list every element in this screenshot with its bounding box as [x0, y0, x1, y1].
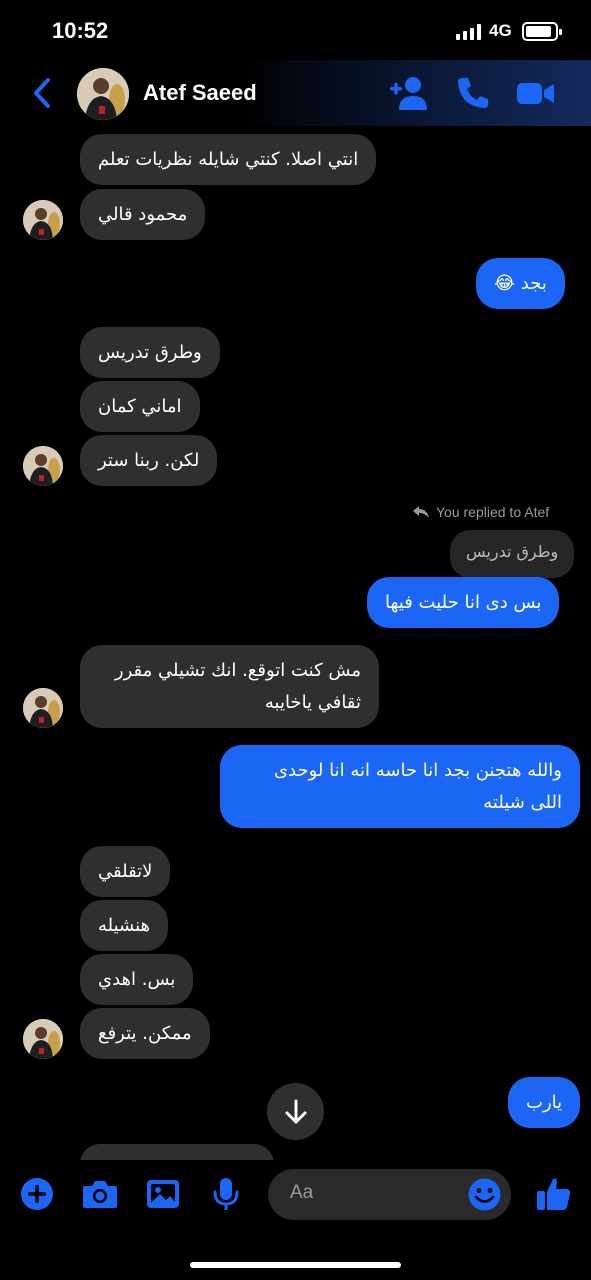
message-incoming[interactable]: مش كنت اتوقع. انك تشيلي مقرر ثقافي ياخاي…	[80, 645, 379, 728]
reply-arrow-icon	[413, 506, 429, 518]
phone-icon[interactable]	[454, 74, 496, 112]
message-input[interactable]: Aa	[268, 1169, 511, 1220]
message-outgoing[interactable]: والله هتجنن بجد انا حاسه انه انا لوحدى ا…	[220, 745, 580, 828]
video-camera-icon[interactable]	[515, 74, 557, 112]
composer-bar: Aa	[0, 1160, 591, 1280]
battery-icon	[522, 22, 562, 41]
gallery-icon[interactable]	[145, 1176, 181, 1212]
battery-level	[526, 26, 551, 37]
conversation-header: Atef Saeed	[0, 60, 591, 126]
reply-note-text: You replied to Atef	[436, 504, 550, 520]
sender-avatar	[23, 688, 63, 728]
message-incoming[interactable]: بس. اهدي	[80, 954, 194, 1005]
plus-icon[interactable]	[19, 1176, 55, 1212]
signal-icon	[456, 24, 481, 40]
status-time: 10:52	[52, 18, 109, 43]
sender-avatar	[23, 200, 63, 240]
status-bar: 10:52 4G	[0, 0, 591, 60]
message-incoming[interactable]: وطرق تدريس	[80, 327, 220, 378]
message-outgoing[interactable]: يارب	[508, 1077, 581, 1128]
scroll-to-bottom-button[interactable]	[267, 1083, 324, 1140]
message-incoming[interactable]: انتي اصلا. كنتي شايله نظريات تعلم	[80, 134, 377, 185]
message-incoming[interactable]: لاتقلقي	[80, 846, 171, 897]
message-list[interactable]: انتي اصلا. كنتي شايله نظريات تعلم محمود …	[0, 126, 591, 1160]
arrow-down-icon	[285, 1099, 306, 1123]
microphone-icon[interactable]	[208, 1176, 244, 1212]
add-person-icon[interactable]	[388, 74, 430, 112]
back-chevron-icon[interactable]	[28, 76, 58, 110]
message-incoming-partial[interactable]	[80, 1144, 274, 1160]
replied-message-quote[interactable]: وطرق تدريس	[450, 530, 575, 578]
message-incoming[interactable]: محمود قالي	[80, 189, 206, 240]
message-outgoing[interactable]: بجد 😂	[476, 258, 565, 309]
emoji-icon[interactable]	[467, 1177, 502, 1212]
sender-avatar	[23, 446, 63, 486]
message-outgoing[interactable]: بس دى انا حليت فيها	[367, 577, 560, 628]
reply-indicator: You replied to Atef	[412, 504, 549, 520]
message-incoming[interactable]: هنشيله	[80, 900, 169, 951]
contact-avatar[interactable]	[77, 68, 129, 120]
sender-avatar	[23, 1019, 63, 1059]
message-incoming[interactable]: لكن. ربنا ستر	[80, 435, 218, 486]
home-indicator	[190, 1262, 401, 1268]
message-incoming[interactable]: ممكن. يترفع	[80, 1008, 210, 1059]
camera-icon[interactable]	[81, 1176, 117, 1212]
thumbs-up-icon[interactable]	[534, 1174, 574, 1214]
contact-name[interactable]: Atef Saeed	[143, 80, 257, 106]
message-incoming[interactable]: اماني كمان	[80, 381, 200, 432]
network-type: 4G	[489, 21, 512, 40]
message-input-placeholder: Aa	[290, 1182, 314, 1203]
